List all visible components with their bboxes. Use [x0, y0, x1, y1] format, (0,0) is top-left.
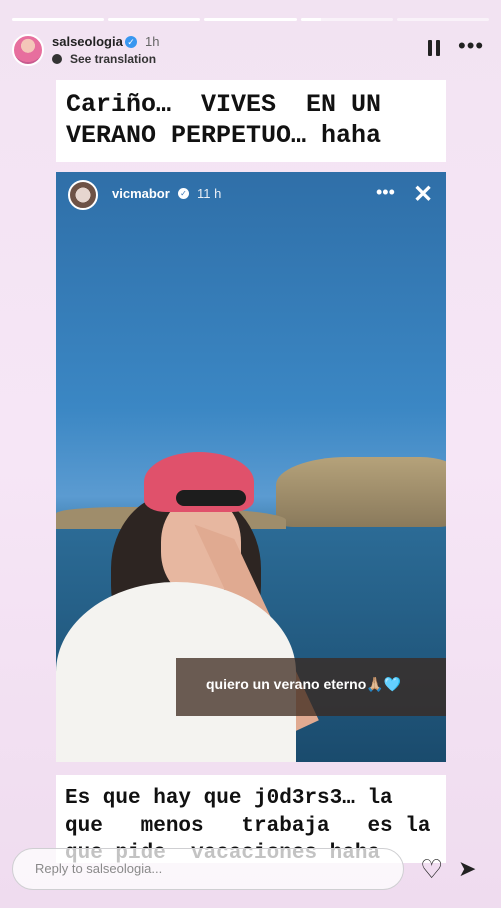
progress-segment: [12, 18, 105, 21]
more-icon[interactable]: •••: [458, 35, 484, 57]
embedded-caption-text: quiero un verano eterno🙏🏼🩵: [206, 676, 402, 692]
story-username[interactable]: salseologia: [52, 34, 123, 49]
close-icon[interactable]: ✕: [413, 180, 433, 209]
see-translation-link[interactable]: See translation: [70, 52, 156, 66]
progress-segment: [108, 18, 201, 21]
embedded-caption: quiero un verano eterno🙏🏼🩵: [176, 658, 446, 716]
verified-badge-icon: ✓: [178, 188, 189, 199]
progress-segment: [396, 18, 490, 21]
avatar[interactable]: [12, 34, 44, 66]
embedded-username[interactable]: vicmabor: [112, 186, 170, 201]
progress-fill: [12, 18, 105, 21]
embedded-story: vicmabor ✓ 11 h ••• ✕ quiero un verano e…: [56, 172, 446, 762]
top-caption-line: VERANO PERPETUO… haha: [66, 121, 382, 150]
reply-input[interactable]: Reply to salseologia...: [12, 848, 404, 890]
sunglasses: [176, 490, 246, 506]
verified-badge-icon: ✓: [125, 36, 137, 48]
embedded-time: 11 h: [197, 186, 222, 201]
translate-icon: [52, 54, 62, 64]
story-time: 1h: [145, 34, 160, 49]
progress-segment: [204, 18, 297, 21]
send-icon[interactable]: ➤: [458, 856, 476, 882]
progress-fill: [204, 18, 297, 21]
embedded-avatar[interactable]: [68, 180, 98, 210]
story-progress: [12, 18, 490, 21]
story-view: salseologia ✓ 1h See translation ••• Car…: [0, 0, 501, 908]
progress-fill: [108, 18, 201, 21]
progress-fill: [300, 18, 321, 21]
more-icon[interactable]: •••: [376, 182, 395, 203]
bottom-caption-line: Es que hay que j0d3rs3… la: [65, 787, 393, 810]
reply-placeholder: Reply to salseologia...: [35, 861, 163, 876]
top-caption-line: Cariño… VIVES EN UN: [66, 90, 382, 119]
bottom-caption-line: que menos trabaja es la: [65, 815, 431, 838]
heart-icon[interactable]: ♡: [420, 854, 443, 885]
pause-icon[interactable]: [428, 40, 442, 58]
progress-segment: [300, 18, 393, 21]
top-caption: Cariño… VIVES EN UN VERANO PERPETUO… hah…: [56, 80, 446, 162]
